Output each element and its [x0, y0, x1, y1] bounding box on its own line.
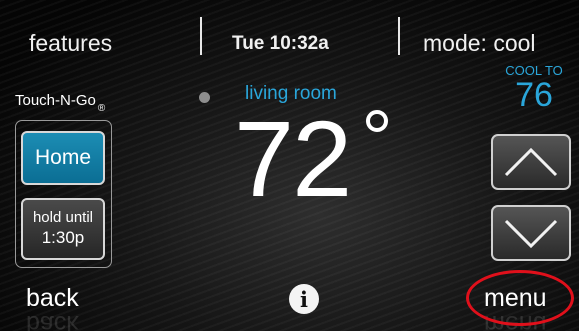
- status-dot-icon: [199, 92, 210, 103]
- thermostat-screen: features Tue 10:32a mode: cool Touch-N-G…: [0, 0, 579, 331]
- back-reflection: back: [26, 310, 79, 331]
- hold-until-button[interactable]: hold until 1:30p: [21, 198, 105, 260]
- chevron-up-icon: [504, 147, 558, 177]
- menu-highlight-circle: [466, 270, 574, 326]
- date-time: Tue 10:32a: [232, 33, 329, 54]
- temperature-down-button[interactable]: [491, 205, 571, 261]
- divider: [398, 17, 400, 55]
- mode-button[interactable]: mode: cool: [423, 30, 536, 57]
- features-button[interactable]: features: [29, 30, 112, 57]
- registered-mark: ®: [97, 103, 106, 114]
- info-icon[interactable]: i: [289, 284, 319, 314]
- brand-logo: Touch-N-Go ®: [15, 92, 105, 114]
- degree-icon: [366, 110, 388, 132]
- divider: [200, 17, 202, 55]
- hold-label: hold until: [32, 209, 94, 226]
- schedule-panel: Home hold until 1:30p: [15, 120, 112, 268]
- temperature-up-button[interactable]: [491, 134, 571, 190]
- home-button[interactable]: Home: [21, 131, 105, 185]
- current-temperature: 72: [234, 98, 352, 219]
- setpoint-value: 76: [515, 76, 553, 114]
- hold-time: 1:30p: [41, 228, 85, 247]
- chevron-down-icon: [504, 219, 558, 249]
- logo-text: Touch-N-Go: [15, 92, 96, 109]
